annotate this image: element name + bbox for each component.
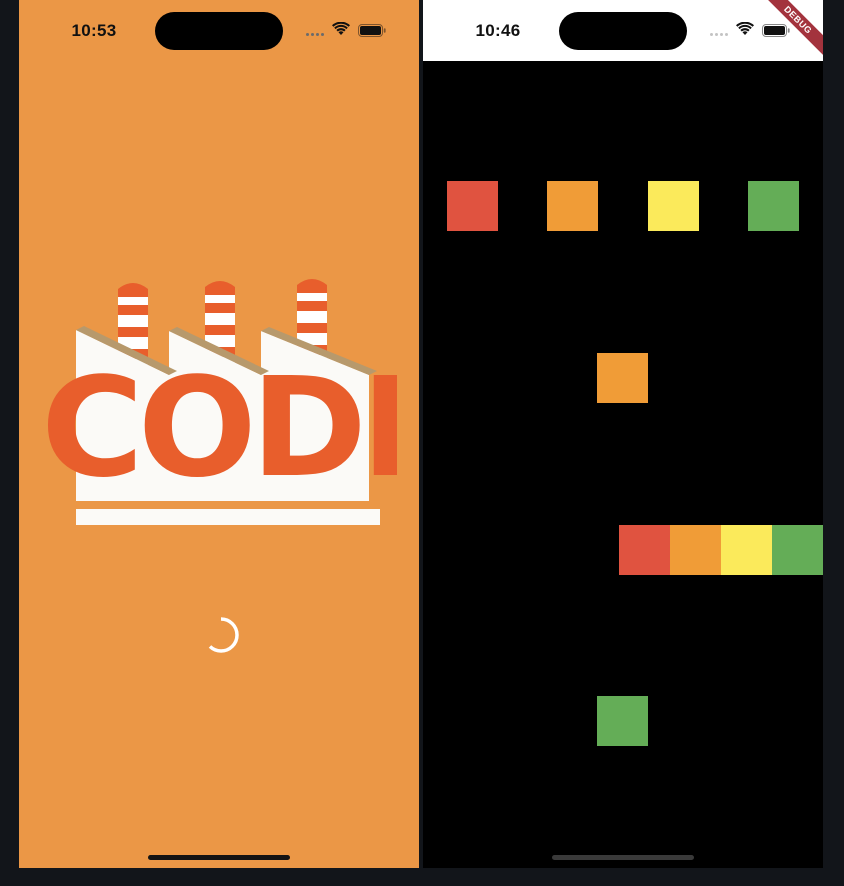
square-red bbox=[619, 525, 670, 575]
cellular-signal-icon bbox=[306, 33, 326, 37]
loading-spinner-icon bbox=[208, 617, 239, 653]
status-time: 10:53 bbox=[71, 21, 117, 40]
splash-screen: 10:53 COD bbox=[19, 0, 419, 868]
squares-demo-screen: 10:46 DEBUG bbox=[423, 0, 823, 868]
square-yellow bbox=[648, 181, 699, 231]
cellular-signal-icon bbox=[710, 33, 730, 37]
code-factory-logo: CODE bbox=[39, 275, 399, 530]
status-bar: 10:53 bbox=[19, 0, 419, 60]
square-green bbox=[748, 181, 799, 231]
square-green bbox=[772, 525, 823, 575]
wifi-icon bbox=[332, 22, 350, 35]
logo-text: CODE bbox=[41, 363, 397, 495]
battery-icon bbox=[358, 24, 386, 37]
dynamic-island bbox=[155, 12, 283, 50]
square-green bbox=[597, 696, 648, 746]
status-time: 10:46 bbox=[475, 21, 521, 40]
status-bar: 10:46 DEBUG bbox=[423, 0, 823, 61]
square-orange bbox=[670, 525, 721, 575]
debug-banner: DEBUG bbox=[763, 0, 823, 60]
wifi-icon bbox=[736, 22, 754, 35]
square-orange bbox=[547, 181, 598, 231]
square-orange bbox=[597, 353, 648, 403]
square-yellow bbox=[721, 525, 772, 575]
home-indicator[interactable] bbox=[552, 855, 694, 860]
dynamic-island bbox=[559, 12, 687, 50]
square-red bbox=[447, 181, 498, 231]
home-indicator[interactable] bbox=[148, 855, 290, 860]
